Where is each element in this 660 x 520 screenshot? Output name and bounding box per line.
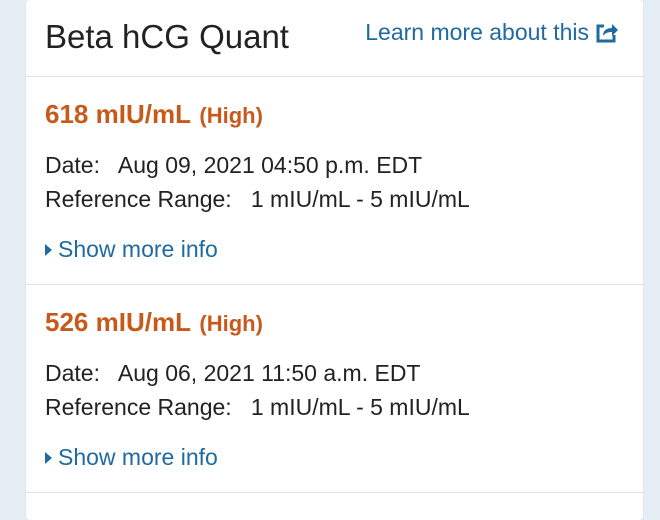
result-reference-range: Reference Range: 1 mIU/mL - 5 mIU/mL — [45, 186, 470, 213]
date-label: Date: — [45, 360, 100, 386]
caret-right-icon — [45, 452, 52, 464]
show-more-info-link[interactable]: Show more info — [45, 444, 218, 471]
learn-more-link[interactable]: Learn more about this — [365, 19, 619, 46]
date-value: Aug 09, 2021 04:50 p.m. EDT — [117, 152, 423, 178]
learn-more-label: Learn more about this — [365, 19, 589, 45]
show-more-label: Show more info — [58, 444, 218, 470]
result-flag: (High) — [199, 103, 263, 128]
result-date: Date: Aug 06, 2021 11:50 a.m. EDT — [45, 360, 420, 387]
range-value: 1 mIU/mL - 5 mIU/mL — [250, 394, 470, 420]
result-value-line: 618 mIU/mL (High) — [45, 99, 263, 130]
result-value: 526 mIU/mL — [45, 307, 191, 337]
result-reference-range: Reference Range: 1 mIU/mL - 5 mIU/mL — [45, 394, 470, 421]
card-header: Beta hCG Quant Learn more about this — [26, 0, 643, 77]
range-label: Reference Range: — [45, 186, 232, 212]
test-title: Beta hCG Quant — [45, 18, 289, 55]
range-label: Reference Range: — [45, 394, 232, 420]
result-flag: (High) — [199, 311, 263, 336]
external-share-icon — [596, 23, 618, 42]
result-date: Date: Aug 09, 2021 04:50 p.m. EDT — [45, 152, 422, 179]
lab-result-card: Beta hCG Quant Learn more about this 618… — [26, 0, 643, 520]
date-label: Date: — [45, 152, 100, 178]
result-entry-2: 526 mIU/mL (High) Date: Aug 06, 2021 11:… — [26, 285, 643, 493]
show-more-label: Show more info — [58, 236, 218, 262]
result-value: 618 mIU/mL — [45, 99, 191, 129]
range-value: 1 mIU/mL - 5 mIU/mL — [250, 186, 470, 212]
caret-right-icon — [45, 244, 52, 256]
result-value-line: 526 mIU/mL (High) — [45, 307, 263, 338]
result-entry-1: 618 mIU/mL (High) Date: Aug 09, 2021 04:… — [26, 77, 643, 285]
show-more-info-link[interactable]: Show more info — [45, 236, 218, 263]
date-value: Aug 06, 2021 11:50 a.m. EDT — [117, 360, 421, 386]
